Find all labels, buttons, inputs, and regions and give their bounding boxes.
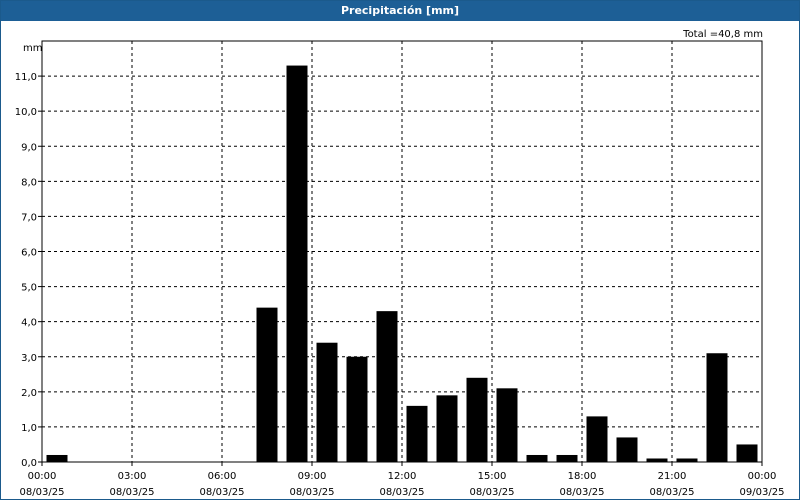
x-tick-time-label: 15:00 <box>478 471 507 482</box>
precipitation-bar <box>256 307 278 462</box>
x-tick-date-label: 09/03/25 <box>740 487 785 498</box>
y-tick-label: 6,0 <box>21 248 37 259</box>
x-tick-time-label: 09:00 <box>298 471 327 482</box>
x-tick-time-label: 12:00 <box>388 471 417 482</box>
x-tick-date-label: 08/03/25 <box>380 487 425 498</box>
y-tick-label: 3,0 <box>21 353 37 364</box>
y-tick-label: 4,0 <box>21 318 37 329</box>
y-tick-label: 5,0 <box>21 283 37 294</box>
precipitation-bar <box>526 454 548 462</box>
x-tick-time-label: 00:00 <box>28 471 57 482</box>
y-tick-label: 2,0 <box>21 388 37 399</box>
axes: 0,0 1,0 2,0 3,0 4,0 5,0 6,0 7,0 8,0 9,0 10,0 11,0 00… <box>15 40 785 498</box>
precipitation-bar <box>616 437 638 462</box>
x-tick-time-label: 03:00 <box>118 471 147 482</box>
x-tick-time-label: 06:00 <box>208 471 237 482</box>
x-tick-time-label: 21:00 <box>658 471 687 482</box>
y-unit-label: mm <box>23 43 42 54</box>
y-tick-label: 0,0 <box>21 458 37 469</box>
y-tick-label: 1,0 <box>21 423 37 434</box>
precipitation-bar <box>706 353 728 462</box>
precipitation-bar <box>316 342 338 462</box>
precipitation-bar <box>346 356 368 462</box>
x-tick-time-label: 00:00 <box>748 471 777 482</box>
total-label: Total =40,8 mm <box>682 29 763 40</box>
x-tick-date-label: 08/03/25 <box>110 487 155 498</box>
precipitation-bar <box>46 454 68 462</box>
x-tick-date-label: 08/03/25 <box>200 487 245 498</box>
grid <box>42 41 762 462</box>
y-tick-label: 9,0 <box>21 142 37 153</box>
x-tick-date-label: 08/03/25 <box>290 487 335 498</box>
precipitation-bar <box>586 416 608 462</box>
x-tick-date-label: 08/03/25 <box>650 487 695 498</box>
window-title: Precipitación [mm] <box>1 1 799 21</box>
x-tick-date-label: 08/03/25 <box>470 487 515 498</box>
precipitation-bar <box>646 458 668 462</box>
precipitation-bar <box>736 444 758 462</box>
precipitation-bar <box>496 388 518 462</box>
precipitation-bar <box>286 65 308 462</box>
precipitation-bar <box>376 311 398 462</box>
precipitation-bar <box>436 395 458 462</box>
chart-window: Precipitación [mm] mm Total =40,8 mm 0,0… <box>0 0 800 500</box>
precipitation-chart: mm Total =40,8 mm 0,0 1,0 2,0 3,0 4,0 5,0 6,0 7… <box>15 29 785 498</box>
y-tick-label: 11,0 <box>15 72 37 83</box>
y-tick-label: 8,0 <box>21 177 37 188</box>
x-tick-date-label: 08/03/25 <box>20 487 65 498</box>
precipitation-bar <box>466 377 488 462</box>
precipitation-bar <box>406 405 428 462</box>
x-tick-time-label: 18:00 <box>568 471 597 482</box>
precipitation-bar <box>676 458 698 462</box>
x-tick-date-label: 08/03/25 <box>560 487 605 498</box>
y-tick-label: 7,0 <box>21 212 37 223</box>
y-tick-label: 10,0 <box>15 107 37 118</box>
precipitation-bar <box>556 454 578 462</box>
chart-area: mm Total =40,8 mm 0,0 1,0 2,0 3,0 4,0 5,0 6,0 7… <box>1 21 799 499</box>
